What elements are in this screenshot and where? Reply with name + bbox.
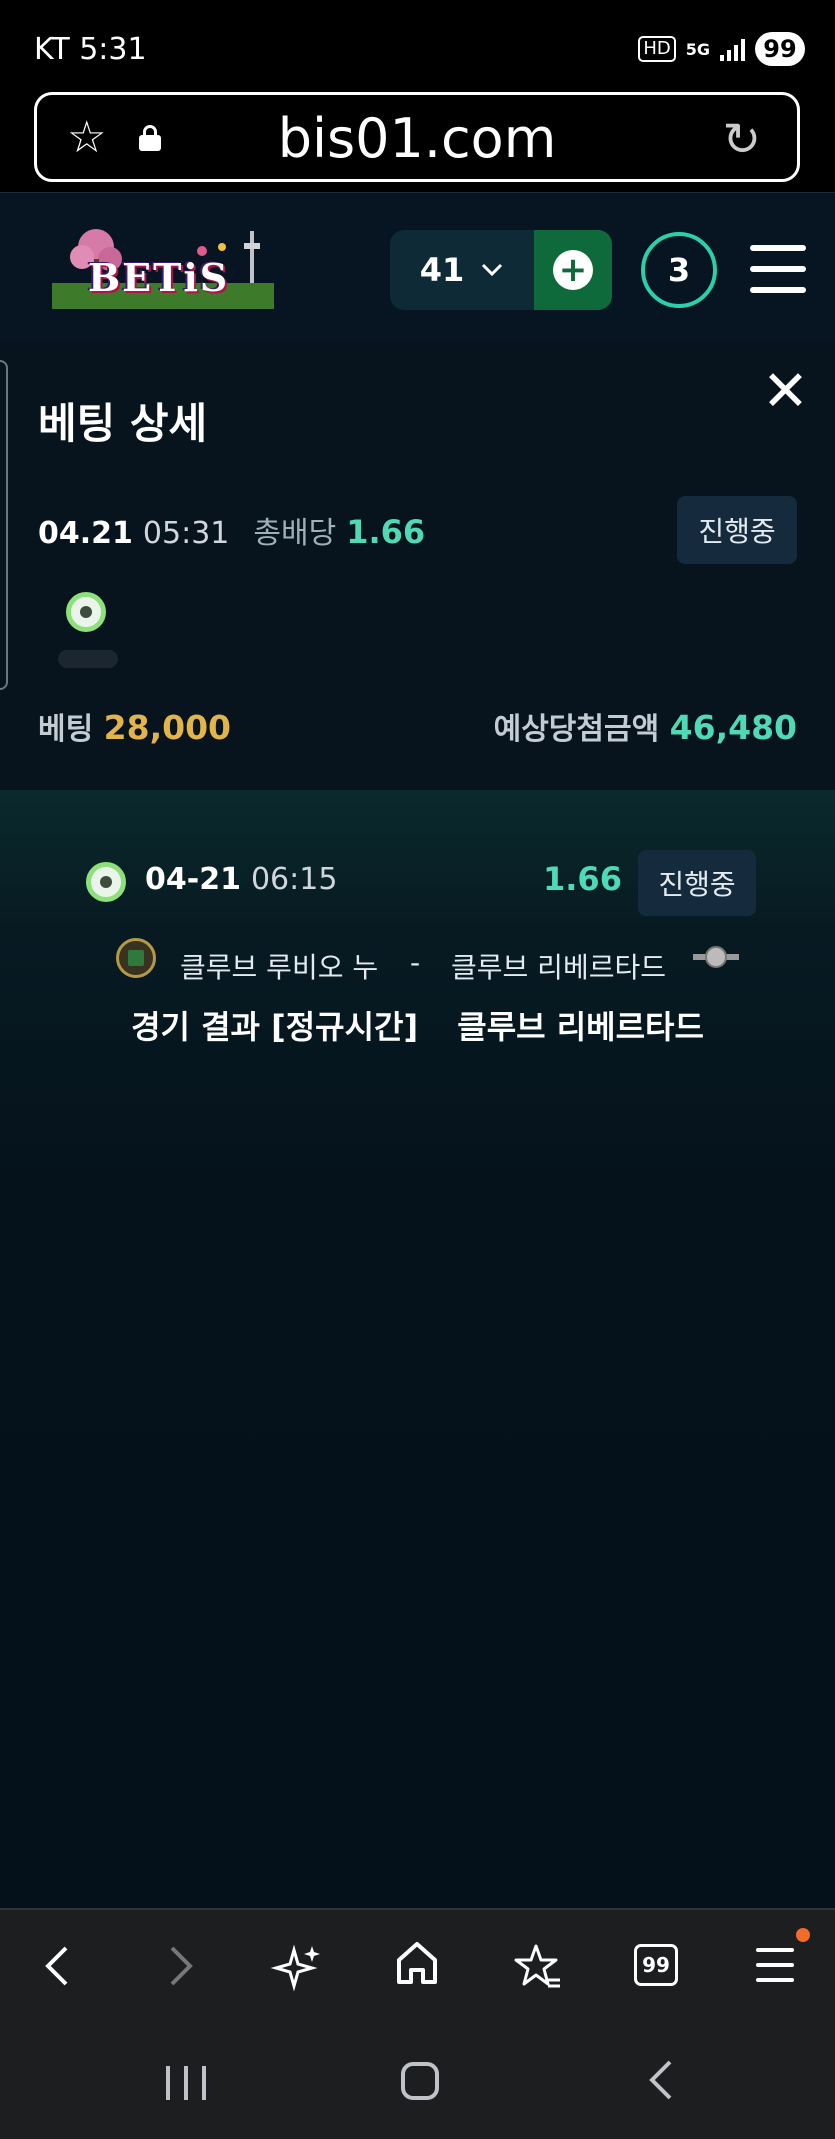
signal-icon: [720, 37, 745, 61]
match-status-badge[interactable]: 진행중: [638, 850, 756, 916]
match-odds: 1.66: [543, 860, 622, 898]
bet-detail-panel: 베팅 상세 ✕ 04.21 05:31 총배당 1.66 진행중 베팅 28,0…: [0, 342, 835, 790]
result-label: 경기 결과 [정규시간]: [131, 1008, 419, 1046]
recent-apps-icon[interactable]: [166, 2066, 206, 2100]
bet-meta: 04.21 05:31 총배당 1.66: [38, 508, 425, 552]
match-card: 04-21 06:15 1.66 진행중 클루브 루비오 누 - 클루브 리베르…: [0, 790, 835, 1908]
browser-bottom-nav: 99: [0, 1908, 835, 2022]
team-separator: -: [410, 946, 421, 979]
back-icon[interactable]: [28, 1936, 88, 1996]
panel-edge: [0, 360, 8, 690]
hamburger-menu-icon[interactable]: [750, 245, 806, 293]
forward-icon[interactable]: [150, 1936, 210, 1996]
bet-amount-row: 베팅 28,000: [38, 704, 231, 748]
status-bar: KT 5:31 HD 5G 99: [0, 0, 835, 86]
system-back-icon[interactable]: [640, 2056, 680, 2111]
match-time: 06:15: [250, 862, 338, 897]
page-title: 베팅 상세: [38, 399, 208, 448]
soccer-ball-icon: [86, 862, 126, 902]
match-datetime: 04-21 06:15: [145, 862, 337, 897]
expected-amount: 46,480: [669, 708, 797, 747]
url-text[interactable]: bis01.com: [37, 107, 797, 170]
blurred-label: [58, 650, 118, 668]
add-button[interactable]: +: [534, 230, 612, 310]
plus-icon: +: [553, 250, 593, 290]
bet-date: 04.21: [38, 516, 133, 551]
sparkle-icon[interactable]: [268, 1936, 328, 1996]
soccer-ball-icon: [66, 592, 106, 632]
battery-indicator: 99: [755, 32, 805, 66]
teams-row: 클루브 루비오 누 - 클루브 리베르타드: [0, 938, 835, 988]
chevron-down-icon: [482, 263, 503, 277]
close-icon[interactable]: ✕: [762, 362, 809, 422]
home-icon[interactable]: [395, 1940, 439, 1986]
result-pick: 클루브 리베르타드: [457, 1008, 704, 1046]
match-date: 04-21: [145, 862, 241, 897]
notification-dot: [796, 1928, 810, 1942]
browser-menu-icon[interactable]: [756, 1948, 794, 1982]
away-team-crest-icon: [693, 944, 739, 974]
system-nav-bar: [0, 2022, 835, 2139]
home-team-crest-icon: [116, 938, 156, 978]
count-dropdown[interactable]: 41: [390, 230, 534, 310]
address-bar[interactable]: ☆ bis01.com ↻: [34, 92, 800, 182]
system-home-icon[interactable]: [401, 2062, 439, 2100]
expected-win-row: 예상당첨금액 46,480: [494, 704, 797, 748]
reload-icon[interactable]: ↻: [722, 115, 761, 163]
away-team: 클루브 리베르타드: [451, 951, 666, 984]
carrier-time: KT 5:31: [34, 32, 147, 67]
tabs-icon[interactable]: 99: [634, 1944, 678, 1986]
expected-label: 예상당첨금액: [493, 712, 660, 747]
bet-amount: 28,000: [103, 708, 231, 747]
total-odds-value: 1.66: [346, 513, 426, 551]
count-selector[interactable]: 41 +: [390, 230, 612, 310]
browser-toolbar: ☆ bis01.com ↻: [0, 86, 835, 192]
hd-badge: HD: [638, 36, 676, 62]
site-logo[interactable]: BETiS: [52, 225, 274, 309]
total-odds-label: 총배당: [253, 516, 337, 551]
bet-time: 05:31: [142, 516, 230, 551]
bookmark-star-icon[interactable]: [506, 1936, 566, 1996]
count-value: 41: [419, 251, 465, 289]
bet-label: 베팅: [38, 712, 94, 747]
status-icons: HD 5G 99: [638, 32, 805, 66]
site-header: BETiS 41 + 3: [0, 192, 835, 342]
logo-text: BETiS: [88, 255, 230, 300]
status-badge[interactable]: 진행중: [677, 496, 797, 564]
match-result: 경기 결과 [정규시간] 클루브 리베르타드: [0, 1002, 835, 1048]
home-team: 클루브 루비오 누: [180, 951, 379, 984]
network-5g-icon: 5G: [685, 39, 710, 59]
notification-badge[interactable]: 3: [641, 232, 717, 308]
